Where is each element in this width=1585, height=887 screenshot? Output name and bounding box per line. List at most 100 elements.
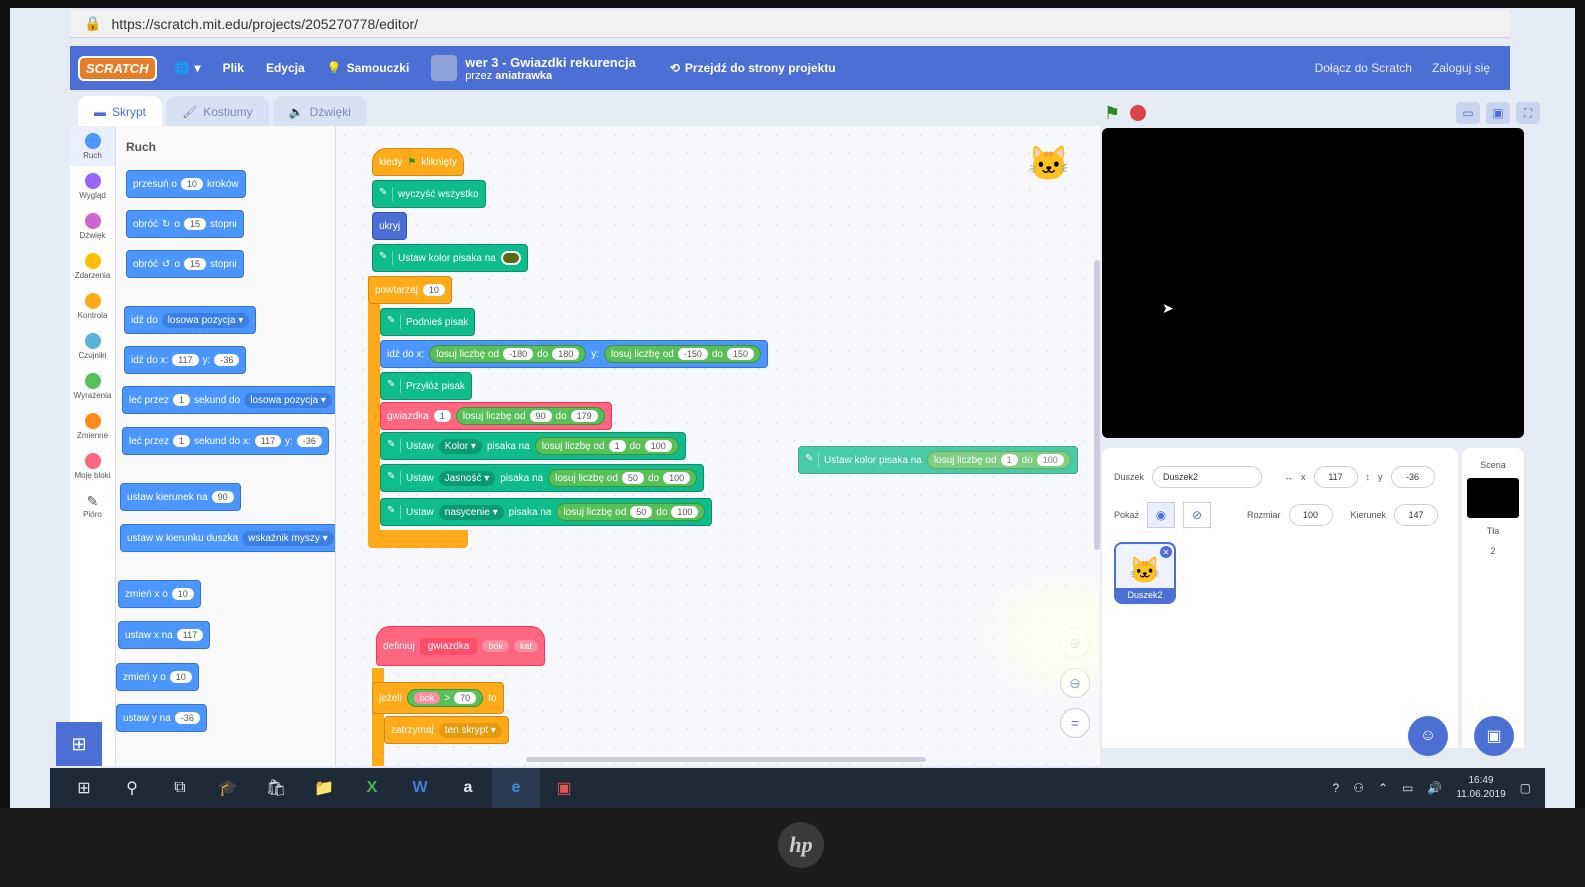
tab-code[interactable]: ▬ Skrypt — [78, 96, 163, 128]
add-sprite-button[interactable]: ☺ — [1408, 716, 1448, 756]
taskbar-store[interactable]: 🛍 — [252, 768, 300, 808]
category-pen[interactable]: ✎ Pióro — [70, 486, 115, 526]
chevron-up-icon[interactable]: ⌃ — [1378, 781, 1388, 795]
stop-block[interactable]: zatrzymaj ten skrypt ▾ — [384, 716, 509, 744]
block-input[interactable]: 10 — [180, 178, 203, 190]
block-input[interactable]: -36 — [296, 435, 322, 447]
random-operator[interactable]: losuj liczbę od 50 do 100 — [556, 503, 706, 521]
pen-param-dropdown[interactable]: nasycenie ▾ — [438, 504, 504, 520]
horizontal-scrollbar[interactable] — [526, 757, 926, 762]
block-input[interactable]: -180 — [503, 348, 534, 360]
hide-block[interactable]: ukryj — [372, 212, 408, 240]
block-input[interactable]: -36 — [214, 354, 240, 366]
taskbar-excel[interactable]: X — [348, 768, 396, 808]
fullscreen-button[interactable]: ⛶ — [1516, 102, 1540, 124]
taskbar-edge[interactable]: e — [492, 768, 540, 808]
direction-input[interactable]: 147 — [1394, 504, 1439, 526]
tab-costumes[interactable]: 🖌 Kostiumy — [166, 96, 269, 128]
search-button[interactable]: ⚲ — [108, 768, 156, 808]
set-pen-color-param-block[interactable]: ✎ Ustaw Kolor ▾ pisaka na losuj liczbę od 1 do… — [380, 432, 686, 460]
script-area[interactable]: kiedy ⚑ kliknięty ✎ wyczyść wszystko ukryj … — [336, 126, 1100, 766]
see-project-page-button[interactable]: ⟲ Przejdź do strony projektu — [670, 61, 836, 75]
set-pen-saturation-block[interactable]: ✎ Ustaw nasycenie ▾ pisaka na losuj liczbę o… — [380, 498, 713, 526]
pen-up-block[interactable]: ✎ Podnieś pisak — [380, 308, 476, 336]
point-direction-block[interactable]: ustaw kierunek na 90 — [120, 483, 241, 511]
stage-thumbnail[interactable] — [1467, 478, 1519, 518]
random-operator[interactable]: losuj liczbę od -150 do 150 — [604, 345, 761, 363]
block-input[interactable]: 1 — [173, 394, 191, 406]
when-flag-clicked-block[interactable]: kiedy ⚑ kliknięty — [372, 148, 464, 176]
define-star-block[interactable]: definiuj gwiazdka bok kat — [376, 626, 545, 666]
taskbar-explorer[interactable]: 📁 — [300, 768, 348, 808]
zoom-reset-button[interactable]: = — [1060, 708, 1090, 738]
block-input[interactable]: 100 — [663, 472, 691, 484]
color-swatch[interactable] — [500, 251, 521, 265]
block-input[interactable]: 70 — [454, 692, 477, 704]
start-button[interactable]: ⊞ — [60, 768, 108, 808]
param-bok[interactable]: bok — [482, 640, 509, 652]
param-bok[interactable]: bok — [413, 692, 441, 704]
change-y-block[interactable]: zmień y o 10 — [116, 663, 199, 691]
block-input[interactable]: 50 — [630, 506, 653, 518]
random-operator[interactable]: losuj liczbę od 1 do 100 — [534, 437, 679, 455]
pen-param-dropdown[interactable]: Jasność ▾ — [438, 470, 496, 486]
tutorials-menu[interactable]: 💡 Samouczki — [327, 61, 410, 75]
sprite-tile[interactable]: ✕ 🐱 Duszek2 — [1114, 542, 1176, 604]
edit-menu[interactable]: Edycja — [266, 61, 305, 75]
tab-sounds[interactable]: 🔈 Dźwięki — [272, 96, 367, 128]
block-input[interactable]: 90 — [529, 410, 552, 422]
stop-dropdown[interactable]: ten skrypt ▾ — [438, 722, 502, 738]
set-x-block[interactable]: ustaw x na 117 — [118, 621, 211, 649]
set-pen-color-block[interactable]: ✎ Ustaw kolor pisaka na — [372, 244, 528, 272]
vertical-scrollbar[interactable] — [1094, 260, 1100, 550]
volume-icon[interactable]: 🔊 — [1427, 781, 1442, 795]
greater-than-operator[interactable]: bok >70 — [406, 689, 484, 707]
scratch-logo[interactable]: SCRATCH — [78, 55, 157, 81]
category-control[interactable]: Kontrola — [70, 286, 115, 326]
block-input[interactable]: 1 — [1000, 454, 1018, 466]
taskbar-app-1[interactable]: 🎓 — [204, 768, 252, 808]
block-input[interactable]: 100 — [1036, 454, 1064, 466]
add-extension-button[interactable]: ⊞ — [56, 722, 102, 766]
notifications-icon[interactable]: ▢ — [1520, 781, 1531, 795]
point-towards-dropdown[interactable]: wskaźnik myszy ▾ — [242, 530, 334, 546]
category-sound[interactable]: Dźwięk — [70, 206, 115, 246]
block-input[interactable]: 150 — [726, 348, 754, 360]
clear-block[interactable]: ✎ wyczyść wszystko — [372, 180, 486, 208]
move-steps-block[interactable]: przesuń o 10 kroków — [126, 170, 246, 198]
project-title-text[interactable]: wer 3 - Gwiazdki rekurencja — [465, 55, 636, 70]
block-input[interactable]: 180 — [552, 348, 580, 360]
turn-left-block[interactable]: obróć ↺ o 15 stopni — [126, 250, 244, 278]
battery-icon[interactable]: ▭ — [1402, 781, 1413, 795]
block-input[interactable]: 90 — [211, 491, 234, 503]
task-view-button[interactable]: ⧉ — [156, 768, 204, 808]
loose-set-pen-color-block[interactable]: ✎ Ustaw kolor pisaka na losuj liczbę od 1 do… — [798, 446, 1078, 474]
random-operator[interactable]: losuj liczbę od 1 do 100 — [926, 451, 1071, 469]
goto-xy-block[interactable]: idź do x: 117 y: -36 — [124, 346, 247, 374]
normal-stage-button[interactable]: ▣ — [1486, 102, 1510, 124]
random-operator[interactable]: losuj liczbę od 50 do 100 — [548, 469, 698, 487]
size-input[interactable]: 100 — [1288, 504, 1333, 526]
glide-block[interactable]: leć przez 1 sekund do losowa pozycja ▾ — [122, 386, 335, 414]
block-input[interactable]: -36 — [174, 712, 200, 724]
category-my-blocks[interactable]: Moje bloki — [70, 446, 115, 486]
y-input[interactable]: -36 — [1390, 466, 1435, 488]
glide-dropdown[interactable]: losowa pozycja ▾ — [244, 392, 332, 408]
address-bar[interactable]: 🔒 https://scratch.mit.edu/projects/20527… — [70, 10, 1510, 38]
goto-block[interactable]: idź do losowa pozycja ▾ — [124, 306, 257, 334]
zoom-in-button[interactable]: ⊕ — [1060, 628, 1090, 658]
block-input[interactable]: 10 — [422, 284, 445, 296]
block-input[interactable]: 50 — [621, 472, 644, 484]
category-sensing[interactable]: Czujniki — [70, 326, 115, 366]
zoom-out-button[interactable]: ⊖ — [1060, 668, 1090, 698]
block-input[interactable]: 179 — [570, 410, 598, 422]
pen-param-dropdown[interactable]: Kolor ▾ — [438, 438, 482, 454]
category-events[interactable]: Zdarzenia — [70, 246, 115, 286]
sprite-name-input[interactable]: Duszek2 — [1152, 466, 1263, 488]
category-variables[interactable]: Zmienne — [70, 406, 115, 446]
param-kat[interactable]: kat — [513, 640, 538, 652]
block-input[interactable]: 117 — [176, 629, 204, 641]
sign-in-link[interactable]: Zaloguj się — [1432, 61, 1490, 75]
block-input[interactable]: 10 — [169, 671, 192, 683]
block-input[interactable]: 10 — [171, 588, 194, 600]
